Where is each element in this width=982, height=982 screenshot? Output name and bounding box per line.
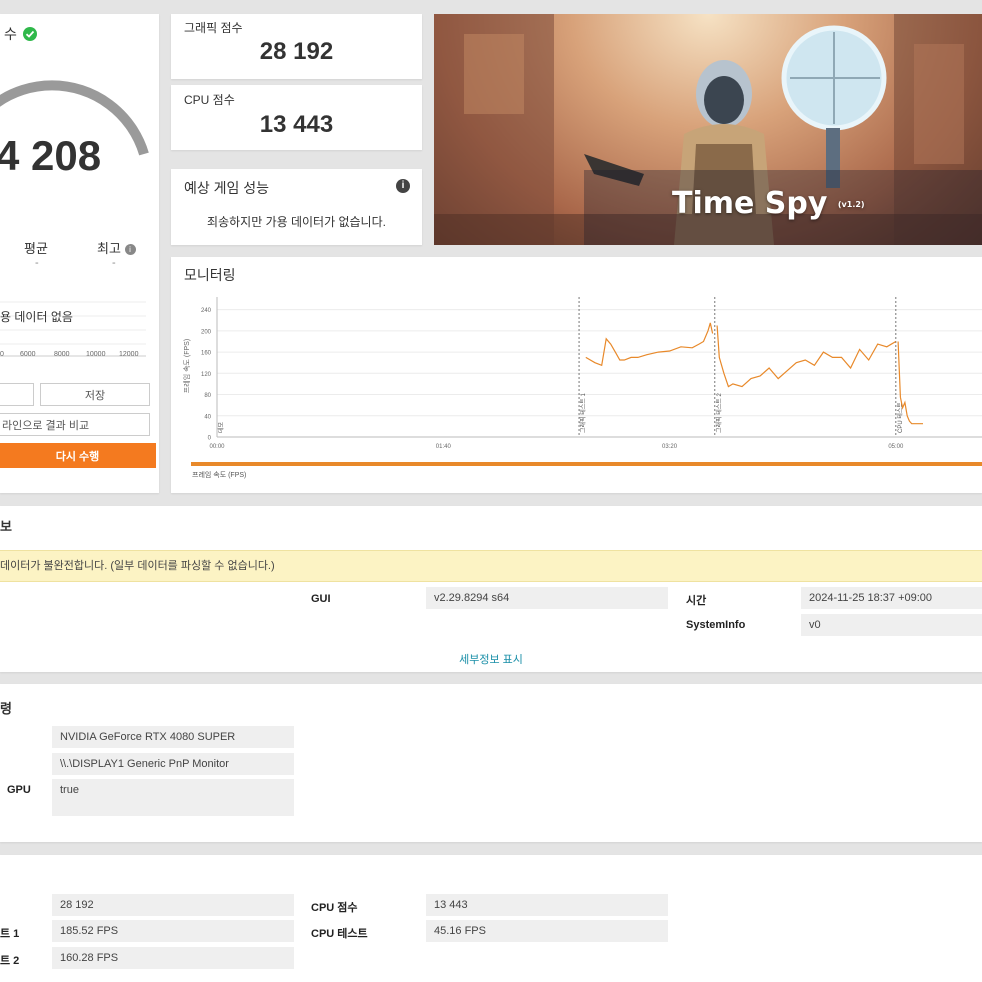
info-icon[interactable]: i: [124, 244, 136, 255]
phase-label: 그래픽 테스트 2: [715, 393, 723, 433]
graphics-test1-label: 트 1: [0, 928, 20, 940]
y-tick-label: 160: [201, 351, 212, 357]
max-label: 최고 i: [97, 238, 136, 257]
score-panel: 수 4 208 평균 - 최고 i - 용 데이터 없음 0 6000 8000…: [0, 14, 159, 493]
graphics-score-value: 28 192: [259, 38, 334, 65]
benchmark-title: Time Spy (v1.2): [672, 186, 865, 221]
x-tick-label: 01:40: [436, 444, 452, 450]
max-value: -: [112, 257, 116, 269]
game-performance-title: 예상 게임 성능: [184, 180, 270, 196]
fps-legend-label: 프레임 속도 (FPS): [192, 472, 247, 479]
check-icon: [22, 27, 37, 41]
gpu-value: NVIDIA GeForce RTX 4080 SUPER: [52, 726, 294, 748]
fps-series-line: [585, 322, 714, 367]
y-axis-label: 프레임 속도 (FPS): [184, 338, 191, 394]
x-tick-label: 05:00: [888, 444, 904, 450]
cpu-score-label: CPU 점수: [184, 93, 235, 107]
y-tick-label: 120: [201, 372, 212, 378]
monitoring-card: 모니터링 0 40 80 120 160 200 240 00:00 01:40 03:20 05:…: [171, 257, 982, 493]
avg-label: 평균: [24, 241, 48, 256]
y-tick-label: 80: [204, 393, 211, 399]
phase-label: 데모: [217, 421, 225, 433]
warning-banner: 데이터가 불완전합니다. (일부 데이터를 파싱할 수 없습니다.): [0, 550, 982, 582]
show-details-link[interactable]: 세부정보 표시: [0, 651, 982, 667]
info-icon[interactable]: i: [396, 179, 410, 193]
avg-value: -: [35, 257, 39, 269]
benchmark-version: (v1.2): [837, 200, 865, 209]
monitor-section: 령 NVIDIA GeForce RTX 4080 SUPER \\.\DISP…: [0, 684, 982, 842]
gui-value: v2.29.8294 s64: [426, 587, 668, 609]
systeminfo-label: SystemInfo: [686, 619, 746, 631]
dist-tick: 0: [0, 351, 4, 358]
cpu-score-value: 13 443: [259, 111, 334, 138]
compare-online-button[interactable]: 라인으로 결과 비교: [0, 413, 150, 436]
graphics-score-card: 그래픽 점수 28 192: [171, 14, 422, 79]
systeminfo-value: v0: [801, 614, 982, 636]
result-info-section: 보 데이터가 불완전합니다. (일부 데이터를 파싱할 수 없습니다.) GUI…: [0, 506, 982, 672]
x-tick-label: 03:20: [662, 444, 678, 450]
no-data-text: 용 데이터 없음: [0, 310, 73, 324]
fps-series-line: [716, 325, 897, 388]
y-tick-label: 40: [204, 414, 211, 420]
rerun-button[interactable]: 다시 수행: [0, 443, 156, 468]
distribution-chart: 용 데이터 없음 0 6000 8000 10000 12000: [0, 284, 150, 364]
display-value: \\.\DISPLAY1 Generic PnP Monitor: [52, 753, 294, 775]
y-tick-label: 0: [208, 436, 212, 442]
game-performance-message: 죄송하지만 가용 데이터가 없습니다.: [207, 215, 386, 229]
detailed-results-section: 28 192 트 1 185.52 FPS 트 2 160.28 FPS CPU…: [0, 855, 982, 982]
score-panel-title: 수: [4, 24, 37, 44]
save-button[interactable]: 저장: [40, 383, 150, 406]
cpu-test-label: CPU 테스트: [311, 928, 368, 940]
dist-tick: 6000: [20, 351, 36, 358]
y-tick-label: 240: [201, 308, 212, 314]
section-title: 령: [0, 701, 12, 716]
benchmark-banner: Time Spy (v1.2): [434, 14, 982, 245]
graphics-test2-value: 160.28 FPS: [52, 947, 294, 969]
phase-label: 그래픽 테스트 1: [579, 393, 587, 433]
gui-label: GUI: [311, 593, 331, 605]
graphics-test2-label: 트 2: [0, 955, 20, 967]
fps-legend: [191, 462, 982, 466]
gpu-flag-value: true: [52, 779, 294, 816]
dist-tick: 8000: [54, 351, 70, 358]
graphics-test1-value: 185.52 FPS: [52, 920, 294, 942]
cpu-score-detail-label: CPU 점수: [311, 902, 358, 914]
time-value: 2024-11-25 18:37 +09:00: [801, 587, 982, 609]
graphics-score-label: 그래픽 점수: [184, 21, 243, 35]
game-performance-card: 예상 게임 성능 i 죄송하지만 가용 데이터가 없습니다.: [171, 169, 422, 245]
time-label: 시간: [686, 595, 707, 607]
cpu-score-detail-value: 13 443: [426, 894, 668, 916]
cpu-score-card: CPU 점수 13 443: [171, 85, 422, 150]
dist-tick: 12000: [119, 351, 139, 358]
partial-left-button[interactable]: [0, 383, 34, 406]
cpu-test-value: 45.16 FPS: [426, 920, 668, 942]
gpu-flag-label: GPU: [7, 784, 31, 796]
x-tick-label: 00:00: [209, 444, 225, 450]
dist-tick: 10000: [86, 351, 106, 358]
y-tick-label: 200: [201, 329, 212, 335]
monitoring-chart: 0 40 80 120 160 200 240 00:00 01:40 03:20 05:00 데모 그…: [201, 297, 982, 450]
graphics-score-detail: 28 192: [52, 894, 294, 916]
section-title: 보: [0, 519, 12, 534]
overall-score: 4 208: [0, 132, 102, 179]
